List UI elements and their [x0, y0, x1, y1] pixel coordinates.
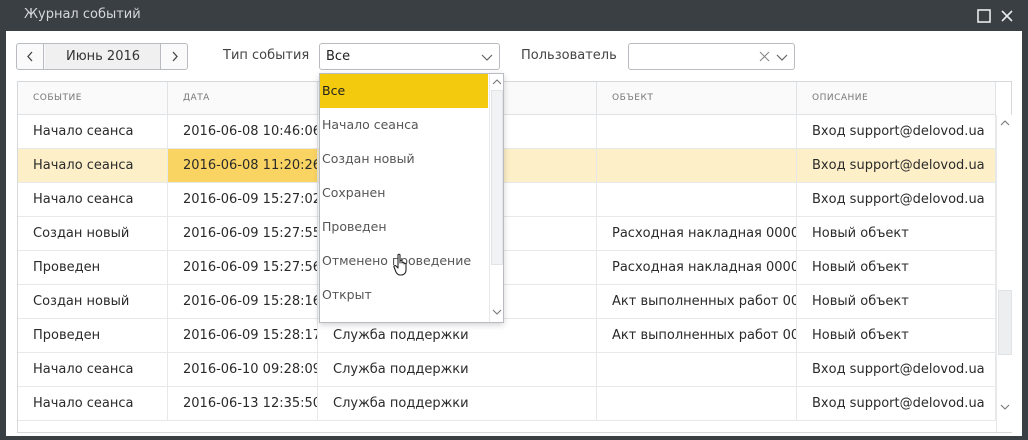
- maximize-button[interactable]: [974, 6, 994, 26]
- event-type-value: Все: [326, 49, 351, 64]
- cell-event: Проведен: [18, 319, 168, 352]
- event-log-window: Журнал событий Июнь 2016 Тип события Все…: [0, 0, 1028, 440]
- cell-date: 2016-06-10 09:28:09: [168, 353, 318, 386]
- cell-description: Вход support@delovod.ua: [797, 353, 996, 386]
- cell-object: [597, 353, 797, 386]
- chevron-down-icon: [776, 54, 788, 61]
- cell-object: Акт выполненных работ 000: [597, 285, 797, 318]
- cell-event: Начало сеанса: [18, 149, 168, 182]
- cell-date: 2016-06-08 11:20:26: [168, 149, 318, 182]
- user-label: Пользователь: [521, 48, 617, 63]
- user-select[interactable]: [628, 43, 795, 70]
- column-header-event[interactable]: СОБЫТИЕ: [18, 82, 168, 115]
- cell-date: 2016-06-13 12:35:50: [168, 387, 318, 420]
- scrollbar-thumb[interactable]: [998, 290, 1012, 355]
- event-type-dropdown: Все Начало сеанса Создан новый Сохранен Пров…: [319, 73, 504, 323]
- table-header: СОБЫТИЕ ДАТА ОБЪЕКТ ОПИСАНИЕ: [18, 82, 996, 115]
- cell-description: Вход support@delovod.ua: [797, 183, 996, 216]
- column-header-object[interactable]: ОБЪЕКТ: [597, 82, 797, 115]
- maximize-icon: [977, 9, 991, 23]
- cell-date: 2016-06-09 15:27:02: [168, 183, 318, 216]
- cell-date: 2016-06-09 15:28:17: [168, 319, 318, 352]
- clear-icon[interactable]: [759, 51, 770, 62]
- cell-date: 2016-06-09 15:27:55: [168, 217, 318, 250]
- scroll-down-icon[interactable]: [492, 308, 502, 316]
- cell-description: Новый объект: [797, 251, 996, 284]
- cell-object: [597, 183, 797, 216]
- chevron-down-icon: [481, 54, 493, 61]
- dropdown-option[interactable]: Проведен: [320, 210, 488, 244]
- dropdown-option[interactable]: Сохранен: [320, 176, 488, 210]
- cell-date: 2016-06-09 15:28:16: [168, 285, 318, 318]
- dropdown-scrollbar[interactable]: [489, 74, 503, 322]
- cell-event: Проведен: [18, 251, 168, 284]
- cell-object: Расходная накладная 000000: [597, 217, 797, 250]
- dropdown-option[interactable]: Все: [320, 74, 488, 108]
- cell-description: Новый объект: [797, 285, 996, 318]
- scroll-up-icon[interactable]: [492, 78, 502, 86]
- hand-pointer-icon: [393, 253, 407, 276]
- cell-event: Начало сеанса: [18, 115, 168, 148]
- cell-object: Акт выполненных работ 000: [597, 319, 797, 352]
- cell-description: Вход support@delovod.ua: [797, 115, 996, 148]
- cell-description: Новый объект: [797, 217, 996, 250]
- cell-user: Служба поддержки: [318, 387, 597, 420]
- close-button[interactable]: [997, 6, 1017, 26]
- cell-object: Расходная накладная 000000: [597, 251, 797, 284]
- events-table: СОБЫТИЕ ДАТА ОБЪЕКТ ОПИСАНИЕ Начало сеан…: [17, 81, 1012, 433]
- table-row[interactable]: Начало сеанса 2016-06-08 11:20:26 Вход sup…: [18, 149, 996, 183]
- column-header-date[interactable]: ДАТА: [168, 82, 318, 115]
- table-row[interactable]: Начало сеанса 2016-06-08 10:46:06 Вход sup…: [18, 115, 996, 149]
- cell-event: Начало сеанса: [18, 387, 168, 420]
- cell-event: Начало сеанса: [18, 353, 168, 386]
- table-row[interactable]: Начало сеанса 2016-06-09 15:27:02 Вход sup…: [18, 183, 996, 217]
- table-row[interactable]: Начало сеанса 2016-06-13 12:35:50 Служба п…: [18, 387, 996, 421]
- cell-description: Вход support@delovod.ua: [797, 149, 996, 182]
- cell-user: Служба поддержки: [318, 353, 597, 386]
- chevron-left-icon: [27, 51, 33, 62]
- scroll-up-icon[interactable]: [1000, 119, 1010, 127]
- scroll-down-icon[interactable]: [1000, 403, 1010, 411]
- cell-event: Создан новый: [18, 285, 168, 318]
- next-month-button[interactable]: [160, 44, 187, 69]
- cell-event: Начало сеанса: [18, 183, 168, 216]
- cell-event: Создан новый: [18, 217, 168, 250]
- cell-description: Вход support@delovod.ua: [797, 387, 996, 420]
- cell-object: [597, 387, 797, 420]
- table-row[interactable]: Проведен 2016-06-09 15:27:56 Расходная нак…: [18, 251, 996, 285]
- prev-month-button[interactable]: [17, 44, 44, 69]
- month-navigator: Июнь 2016: [16, 43, 188, 70]
- dropdown-option[interactable]: Создан новый: [320, 142, 488, 176]
- table-row[interactable]: Начало сеанса 2016-06-10 09:28:09 Служба п…: [18, 353, 996, 387]
- cell-description: Новый объект: [797, 319, 996, 352]
- cell-object: [597, 149, 797, 182]
- event-type-select[interactable]: Все: [319, 43, 500, 70]
- window-title: Журнал событий: [24, 7, 141, 22]
- window-content: Июнь 2016 Тип события Все Пользователь С…: [6, 31, 1022, 436]
- chevron-right-icon: [172, 51, 178, 62]
- title-bar: Журнал событий: [0, 0, 1028, 31]
- cell-date: 2016-06-09 15:27:56: [168, 251, 318, 284]
- table-row[interactable]: Проведен 2016-06-09 15:28:17 Служба поддер…: [18, 319, 996, 353]
- column-header-description[interactable]: ОПИСАНИЕ: [797, 82, 996, 115]
- cell-date: 2016-06-08 10:46:06: [168, 115, 318, 148]
- table-row[interactable]: Создан новый 2016-06-09 15:28:16 Акт выпол…: [18, 285, 996, 319]
- cell-user: Служба поддержки: [318, 319, 597, 352]
- dropdown-option[interactable]: Начало сеанса: [320, 108, 488, 142]
- scrollbar-thumb[interactable]: [491, 90, 503, 265]
- dropdown-option[interactable]: Открыт: [320, 278, 488, 312]
- close-icon: [1001, 10, 1013, 22]
- cell-object: [597, 115, 797, 148]
- table-row[interactable]: Создан новый 2016-06-09 15:27:55 Расходная…: [18, 217, 996, 251]
- table-scrollbar[interactable]: [996, 115, 1012, 432]
- event-type-label: Тип события: [223, 48, 310, 63]
- month-label[interactable]: Июнь 2016: [45, 44, 161, 69]
